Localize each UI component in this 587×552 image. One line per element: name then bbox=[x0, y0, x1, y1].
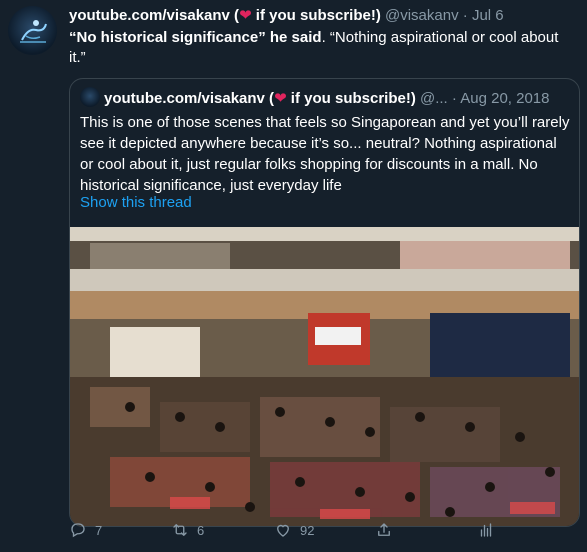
avatar[interactable] bbox=[8, 6, 57, 55]
tweet-actions: 7 6 92 bbox=[69, 521, 579, 545]
retweet-count: 6 bbox=[197, 522, 205, 538]
show-thread-link[interactable]: Show this thread bbox=[80, 194, 192, 211]
quoted-author-name[interactable]: youtube.com/visakanv (❤ if you subscribe… bbox=[104, 90, 416, 107]
analytics-action[interactable] bbox=[477, 521, 503, 539]
like-count: 92 bbox=[300, 522, 315, 538]
quoted-tweet-date[interactable]: Aug 20, 2018 bbox=[460, 90, 549, 107]
separator: · bbox=[458, 7, 472, 24]
like-icon bbox=[277, 524, 289, 537]
share-action[interactable] bbox=[375, 521, 401, 539]
quoted-tweet-text: This is one of those scenes that feels s… bbox=[80, 114, 570, 194]
quoted-avatar bbox=[80, 87, 100, 107]
retweet-icon bbox=[173, 524, 187, 536]
quoted-author-handle[interactable]: @... bbox=[420, 90, 448, 107]
quoted-tweet-header: youtube.com/visakanv (❤ if you subscribe… bbox=[80, 87, 570, 109]
retweet-action[interactable]: 6 bbox=[171, 521, 204, 539]
analytics-icon bbox=[480, 523, 492, 537]
like-action[interactable]: 92 bbox=[274, 521, 314, 539]
author-handle[interactable]: @visakanv bbox=[385, 7, 459, 24]
tweet-date[interactable]: Jul 6 bbox=[472, 7, 504, 24]
reply-icon bbox=[71, 523, 85, 538]
tweet-text-bold: “No historical significance” he said bbox=[69, 29, 322, 46]
author-name[interactable]: youtube.com/visakanv (❤ if you subscribe… bbox=[69, 7, 381, 24]
heart-emoji: ❤ bbox=[239, 7, 252, 24]
heart-emoji: ❤ bbox=[274, 90, 287, 107]
tweet[interactable]: youtube.com/visakanv (❤ if you subscribe… bbox=[0, 0, 587, 552]
quoted-tweet[interactable]: youtube.com/visakanv (❤ if you subscribe… bbox=[69, 78, 580, 527]
separator: · bbox=[447, 90, 461, 107]
share-icon bbox=[378, 523, 390, 536]
avatar-figure-icon bbox=[20, 20, 47, 43]
reply-count: 7 bbox=[95, 522, 103, 538]
mall-photo[interactable] bbox=[70, 227, 579, 526]
tweet-text: “No historical significance” he said. “N… bbox=[69, 28, 579, 68]
tweet-header: youtube.com/visakanv (❤ if you subscribe… bbox=[69, 6, 579, 26]
reply-action[interactable]: 7 bbox=[69, 521, 102, 539]
